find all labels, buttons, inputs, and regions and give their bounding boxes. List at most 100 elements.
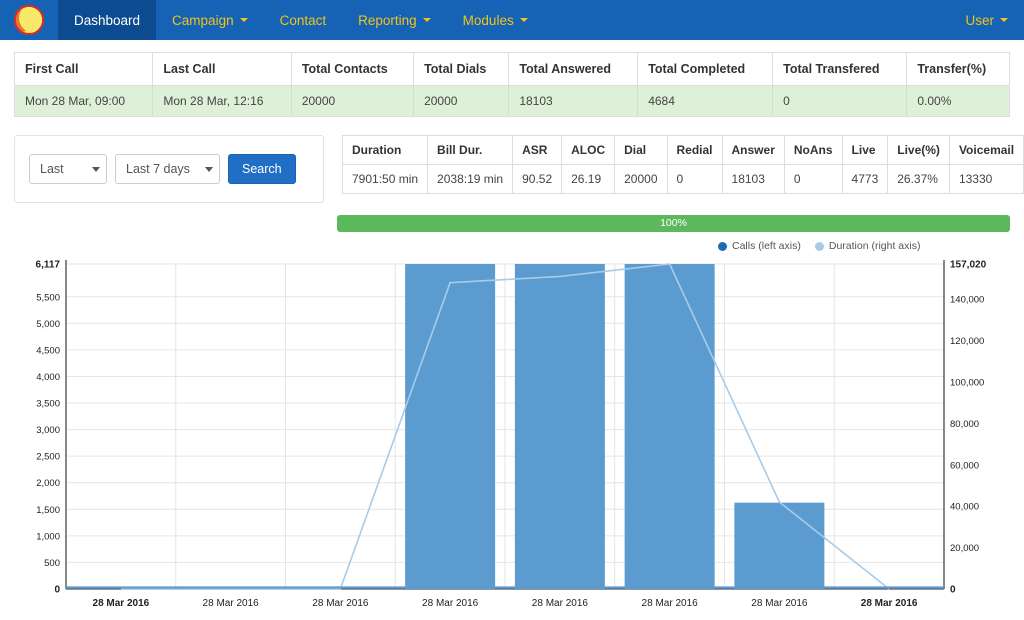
chevron-down-icon <box>520 18 528 22</box>
range-select[interactable]: Last 7 days <box>115 154 220 184</box>
svg-text:1,500: 1,500 <box>36 505 60 516</box>
cell-dial: 20000 <box>615 165 667 194</box>
svg-text:6,117: 6,117 <box>36 260 61 271</box>
col-duration: Duration <box>343 136 428 165</box>
calls-duration-chart: Calls (left axis) Duration (right axis) … <box>0 240 1024 620</box>
summary-table-panel: First Call Last Call Total Contacts Tota… <box>14 52 1010 117</box>
svg-text:140,000: 140,000 <box>950 295 984 306</box>
detail-table: Duration Bill Dur. ASR ALOC Dial Redial … <box>343 136 1024 193</box>
chevron-down-icon <box>205 167 213 172</box>
cell-voicemail: 13330 <box>949 165 1023 194</box>
svg-text:0: 0 <box>950 585 956 596</box>
svg-text:3,000: 3,000 <box>36 425 60 436</box>
progress-bar-track: 100% <box>337 215 1010 232</box>
nav-item-user[interactable]: User <box>949 0 1024 40</box>
chart-svg: 6,1175,5005,0004,5004,0003,5003,0002,500… <box>0 254 1024 620</box>
chevron-down-icon <box>240 18 248 22</box>
col-last-call: Last Call <box>153 53 291 86</box>
svg-text:4,000: 4,000 <box>36 372 60 383</box>
nav-item-dashboard[interactable]: Dashboard <box>58 0 156 40</box>
col-total-dials: Total Dials <box>414 53 509 86</box>
legend-color-swatch-duration <box>815 242 824 251</box>
col-total-answered: Total Answered <box>509 53 638 86</box>
cell-live: 4773 <box>842 165 888 194</box>
table-header-row: First Call Last Call Total Contacts Tota… <box>15 53 1009 86</box>
col-noans: NoAns <box>784 136 842 165</box>
cell-aloc: 26.19 <box>562 165 615 194</box>
navbar-right: User <box>949 0 1024 40</box>
cell-total-dials: 20000 <box>414 86 509 117</box>
legend-entry-duration[interactable]: Duration (right axis) <box>815 240 921 252</box>
period-select-value: Last <box>40 162 64 176</box>
svg-text:3,500: 3,500 <box>36 399 60 410</box>
table-row: 7901:50 min 2038:19 min 90.52 26.19 2000… <box>343 165 1024 194</box>
col-total-transfered: Total Transfered <box>773 53 907 86</box>
chart-legend: Calls (left axis) Duration (right axis) <box>718 240 920 252</box>
svg-text:28 Mar 2016: 28 Mar 2016 <box>203 598 260 609</box>
app-logo[interactable] <box>0 0 58 40</box>
search-button[interactable]: Search <box>228 154 296 184</box>
svg-text:157,020: 157,020 <box>950 260 987 271</box>
col-dial: Dial <box>615 136 667 165</box>
legend-color-swatch-calls <box>718 242 727 251</box>
legend-entry-calls[interactable]: Calls (left axis) <box>718 240 801 252</box>
chevron-down-icon <box>423 18 431 22</box>
nav-item-campaign[interactable]: Campaign <box>156 0 264 40</box>
svg-text:20,000: 20,000 <box>950 543 979 554</box>
nav-item-reporting[interactable]: Reporting <box>342 0 447 40</box>
nav-item-label: Modules <box>463 13 514 28</box>
svg-text:28 Mar 2016: 28 Mar 2016 <box>93 598 150 609</box>
top-navbar: Dashboard Campaign Contact Reporting Mod… <box>0 0 1024 40</box>
svg-text:80,000: 80,000 <box>950 419 979 430</box>
svg-text:28 Mar 2016: 28 Mar 2016 <box>532 598 589 609</box>
svg-text:1,000: 1,000 <box>36 531 60 542</box>
cell-total-completed: 4684 <box>638 86 773 117</box>
cell-redial: 0 <box>667 165 722 194</box>
svg-text:28 Mar 2016: 28 Mar 2016 <box>861 598 918 609</box>
col-bill-dur: Bill Dur. <box>428 136 513 165</box>
col-voicemail: Voicemail <box>949 136 1023 165</box>
col-aloc: ALOC <box>562 136 615 165</box>
chart-plot-area: 6,1175,5005,0004,5004,0003,5003,0002,500… <box>0 254 1024 620</box>
cell-last-call: Mon 28 Mar, 12:16 <box>153 86 291 117</box>
col-total-contacts: Total Contacts <box>291 53 413 86</box>
nav-item-label: Contact <box>280 13 327 28</box>
col-live-pct: Live(%) <box>888 136 950 165</box>
svg-text:4,500: 4,500 <box>36 345 60 356</box>
svg-text:5,000: 5,000 <box>36 319 60 330</box>
cell-total-answered: 18103 <box>509 86 638 117</box>
col-redial: Redial <box>667 136 722 165</box>
cell-total-contacts: 20000 <box>291 86 413 117</box>
cell-duration: 7901:50 min <box>343 165 428 194</box>
cell-live-pct: 26.37% <box>888 165 950 194</box>
svg-text:2,500: 2,500 <box>36 452 60 463</box>
cell-transfer-pct: 0.00% <box>907 86 1009 117</box>
col-total-completed: Total Completed <box>638 53 773 86</box>
sun-logo-icon <box>14 5 44 35</box>
nav-item-label: User <box>965 13 994 28</box>
cell-noans: 0 <box>784 165 842 194</box>
detail-table-panel: Duration Bill Dur. ASR ALOC Dial Redial … <box>342 135 1024 194</box>
svg-text:120,000: 120,000 <box>950 336 984 347</box>
legend-label-duration: Duration (right axis) <box>829 240 921 252</box>
col-transfer-pct: Transfer(%) <box>907 53 1009 86</box>
svg-text:2,000: 2,000 <box>36 478 60 489</box>
cell-bill-dur: 2038:19 min <box>428 165 513 194</box>
nav-item-contact[interactable]: Contact <box>264 0 343 40</box>
search-filter-panel: Last Last 7 days Search <box>14 135 324 203</box>
svg-text:60,000: 60,000 <box>950 460 979 471</box>
svg-text:28 Mar 2016: 28 Mar 2016 <box>422 598 479 609</box>
cell-answer: 18103 <box>722 165 784 194</box>
svg-text:0: 0 <box>54 585 60 596</box>
nav-item-modules[interactable]: Modules <box>447 0 544 40</box>
col-answer: Answer <box>722 136 784 165</box>
cell-total-transfered: 0 <box>773 86 907 117</box>
legend-label-calls: Calls (left axis) <box>732 240 801 252</box>
cell-first-call: Mon 28 Mar, 09:00 <box>15 86 153 117</box>
period-select[interactable]: Last <box>29 154 107 184</box>
col-live: Live <box>842 136 888 165</box>
table-row: Mon 28 Mar, 09:00 Mon 28 Mar, 12:16 2000… <box>15 86 1009 117</box>
svg-text:28 Mar 2016: 28 Mar 2016 <box>642 598 699 609</box>
svg-text:100,000: 100,000 <box>950 378 984 389</box>
svg-text:28 Mar 2016: 28 Mar 2016 <box>312 598 369 609</box>
